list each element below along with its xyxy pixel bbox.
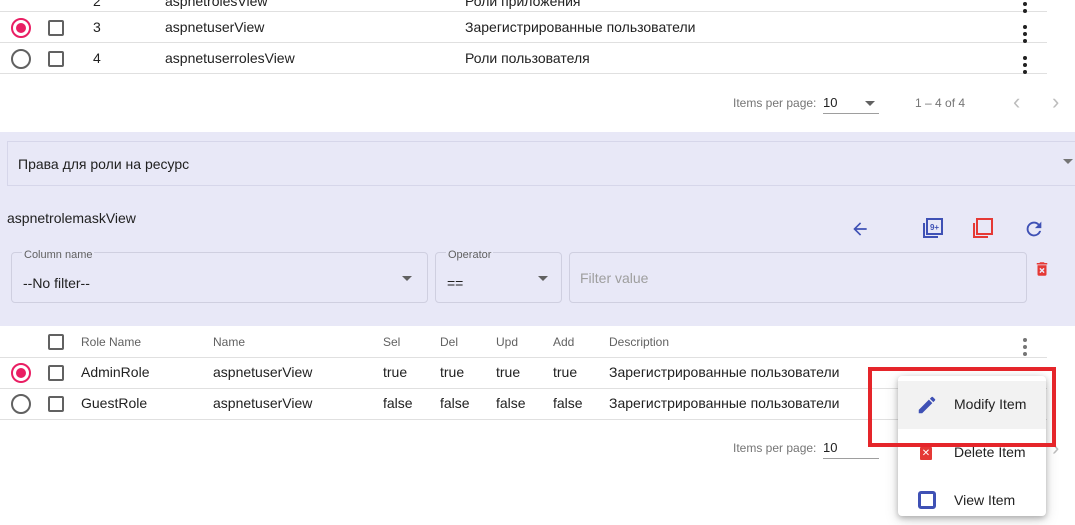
next-page-icon[interactable]: ›	[1052, 91, 1059, 113]
delete-box-icon: ✕	[920, 447, 932, 460]
operator-select[interactable]: Operator ==	[435, 249, 562, 303]
row-number: 2	[93, 0, 101, 9]
column-header-description[interactable]: Description	[609, 335, 669, 349]
page-range-label: 1 – 4 of 4	[915, 96, 966, 110]
expansion-panel-title: Права для роли на ресурс	[18, 156, 190, 172]
expansion-panel-header[interactable]: Права для роли на ресурс	[7, 141, 1075, 186]
row-sel: true	[383, 364, 408, 380]
select-all-checkbox[interactable]	[48, 334, 64, 350]
column-name-label: Column name	[22, 249, 95, 261]
page-size-value: 10	[823, 440, 838, 455]
row-name: aspnetuserView	[165, 19, 265, 35]
highlight-box	[868, 367, 1056, 447]
chevron-down-icon	[538, 276, 548, 281]
copy-icon[interactable]	[969, 216, 995, 242]
column-header-sel[interactable]: Sel	[383, 335, 400, 349]
row-checkbox[interactable]	[48, 365, 64, 381]
row-del: false	[440, 395, 470, 411]
operator-value: ==	[447, 275, 464, 291]
row-upd: false	[496, 395, 526, 411]
row-role-name: GuestRole	[81, 395, 148, 411]
operator-label: Operator	[446, 249, 494, 261]
previous-page-icon[interactable]: ‹	[1013, 91, 1020, 113]
arrow-back-icon[interactable]	[847, 216, 873, 242]
row-checkbox[interactable]	[48, 51, 64, 67]
chevron-down-icon	[1063, 159, 1073, 164]
row-add: false	[553, 395, 583, 411]
column-header-upd[interactable]: Upd	[496, 335, 518, 349]
row-role-name: AdminRole	[81, 364, 150, 380]
row-description: Роли приложения	[465, 0, 581, 9]
filter-value-placeholder: Filter value	[580, 270, 649, 286]
menu-item-label: View Item	[954, 492, 1016, 508]
svg-text:9+: 9+	[930, 223, 939, 232]
row-menu-icon[interactable]	[1023, 25, 1027, 43]
view-icon	[918, 491, 936, 509]
add-multiple-icon[interactable]: 9+	[919, 216, 945, 242]
page-size-value: 10	[823, 95, 838, 110]
row-del: true	[440, 364, 465, 380]
row-radio[interactable]	[11, 363, 31, 383]
table-row[interactable]: 2 aspnetrolesView Роли приложения	[0, 0, 1047, 12]
filter-value-input[interactable]: Filter value	[569, 252, 1027, 303]
row-checkbox[interactable]	[48, 396, 64, 412]
view-title: aspnetrolemaskView	[7, 210, 136, 226]
column-header-add[interactable]: Add	[553, 335, 574, 349]
menu-item-view[interactable]: View Item	[898, 477, 1046, 525]
header-menu-icon[interactable]	[1023, 338, 1027, 356]
row-checkbox[interactable]	[48, 20, 64, 36]
row-description: Зарегистрированные пользователи	[609, 395, 840, 411]
column-name-select[interactable]: Column name --No filter--	[11, 249, 428, 303]
row-name: aspnetuserView	[213, 395, 313, 411]
row-number: 3	[93, 19, 101, 35]
items-per-page-label: Items per page:	[733, 441, 817, 455]
column-header-del[interactable]: Del	[440, 335, 458, 349]
items-per-page-label: Items per page:	[733, 96, 817, 110]
column-header-name[interactable]: Name	[213, 335, 245, 349]
column-header-role-name[interactable]: Role Name	[81, 335, 141, 349]
column-name-value: --No filter--	[23, 275, 90, 291]
row-radio[interactable]	[11, 18, 31, 38]
row-radio[interactable]	[11, 49, 31, 69]
row-description: Роли пользователя	[465, 50, 590, 66]
row-radio[interactable]	[11, 394, 31, 414]
table-row[interactable]: 4 aspnetuserrolesView Роли пользователя	[0, 43, 1047, 74]
refresh-icon[interactable]	[1021, 216, 1047, 242]
row-sel: false	[383, 395, 413, 411]
row-description: Зарегистрированные пользователи	[609, 364, 840, 380]
delete-filter-icon[interactable]	[1029, 256, 1055, 282]
row-upd: true	[496, 364, 521, 380]
chevron-down-icon	[402, 276, 412, 281]
page-size-select[interactable]: 10	[823, 94, 879, 114]
row-name: aspnetuserrolesView	[165, 50, 295, 66]
row-number: 4	[93, 50, 101, 66]
table-header-row: Role Name Name Sel Del Upd Add Descripti…	[0, 326, 1047, 358]
row-description: Зарегистрированные пользователи	[465, 19, 696, 35]
row-menu-icon[interactable]	[1023, 56, 1027, 74]
row-name: aspnetrolesView	[165, 0, 268, 9]
chevron-down-icon	[865, 101, 875, 106]
row-add: true	[553, 364, 578, 380]
row-name: aspnetuserView	[213, 364, 313, 380]
table-row[interactable]: 3 aspnetuserView Зарегистрированные поль…	[0, 12, 1047, 43]
